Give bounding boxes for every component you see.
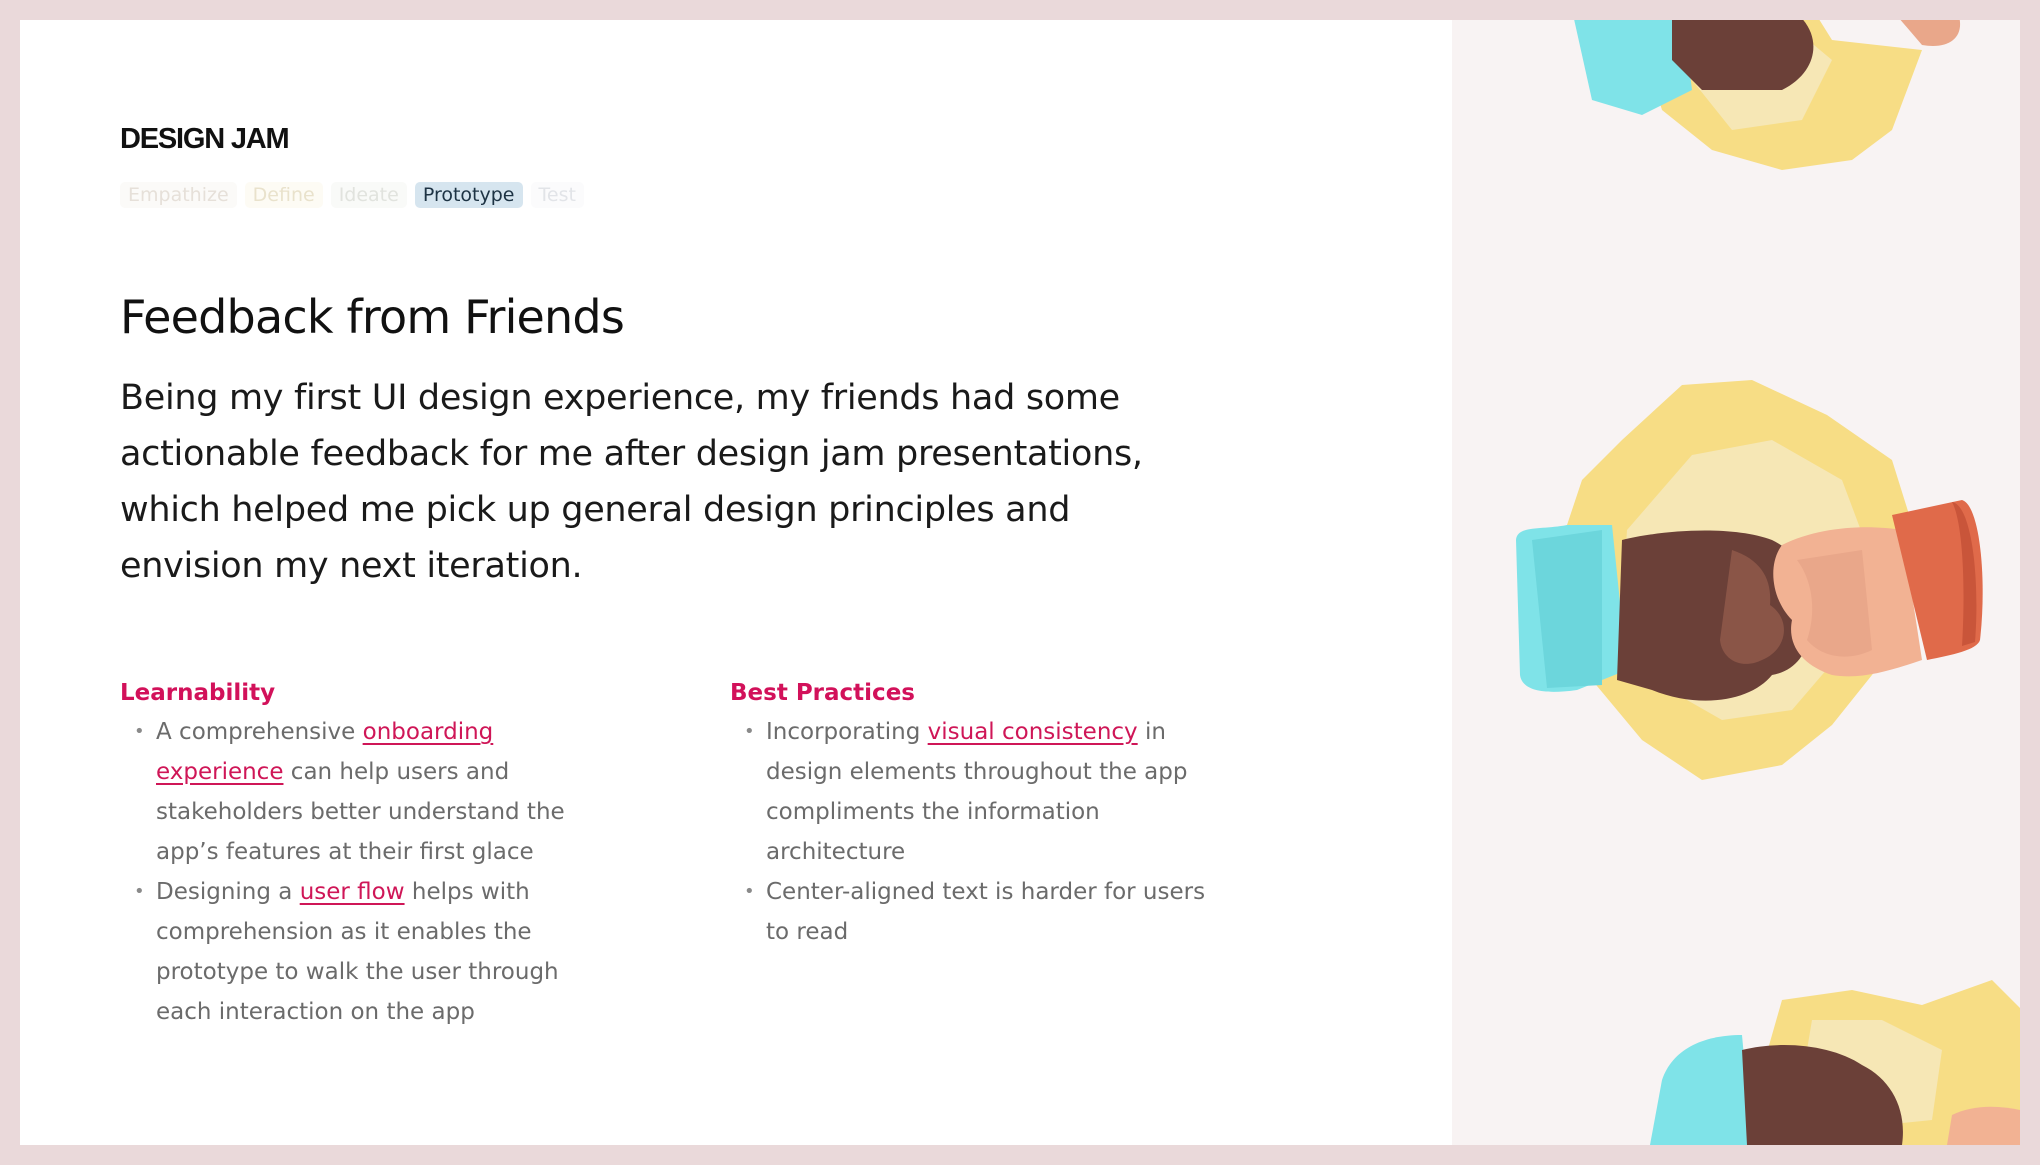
- list-item: A comprehensive onboarding experience ca…: [134, 712, 620, 872]
- illustration-panel: [1452, 20, 2020, 1145]
- tab-test[interactable]: Test: [530, 182, 584, 208]
- center-fist-bump: [1516, 380, 1983, 780]
- list-item: Center-aligned text is harder for users …: [744, 872, 1230, 952]
- tab-ideate[interactable]: Ideate: [330, 182, 407, 208]
- tab-prototype[interactable]: Prototype: [414, 182, 523, 208]
- best-practices-list: Incorporating visual consistency in desi…: [730, 712, 1230, 952]
- best-practices-heading: Best Practices: [730, 680, 915, 706]
- top-fist-bump: [1574, 20, 1961, 170]
- learnability-column: Learnability A comprehensive onboarding …: [120, 680, 620, 1032]
- tab-empathize[interactable]: Empathize: [120, 182, 237, 208]
- bottom-fist-bump: [1650, 980, 2020, 1145]
- slide: DESIGN JAM Empathize Define Ideate Proto…: [20, 20, 2020, 1145]
- learnability-list: A comprehensive onboarding experience ca…: [120, 712, 620, 1032]
- phase-tabs: Empathize Define Ideate Prototype Test: [120, 182, 584, 208]
- brand-title: DESIGN JAM: [120, 123, 290, 155]
- intro-paragraph: Being my first UI design experience, my …: [120, 378, 1143, 586]
- tab-define[interactable]: Define: [244, 182, 323, 208]
- user-flow-link[interactable]: user flow: [300, 879, 405, 905]
- best-practices-column: Best Practices Incorporating visual cons…: [730, 680, 1230, 952]
- list-item: Incorporating visual consistency in desi…: [744, 712, 1230, 872]
- page-title: Feedback from Friends: [120, 290, 625, 344]
- fist-bump-illustration: [1516, 20, 2020, 1145]
- visual-consistency-link[interactable]: visual consistency: [928, 719, 1138, 745]
- list-item: Designing a user flow helps with compreh…: [134, 872, 620, 1032]
- learnability-heading: Learnability: [120, 680, 276, 706]
